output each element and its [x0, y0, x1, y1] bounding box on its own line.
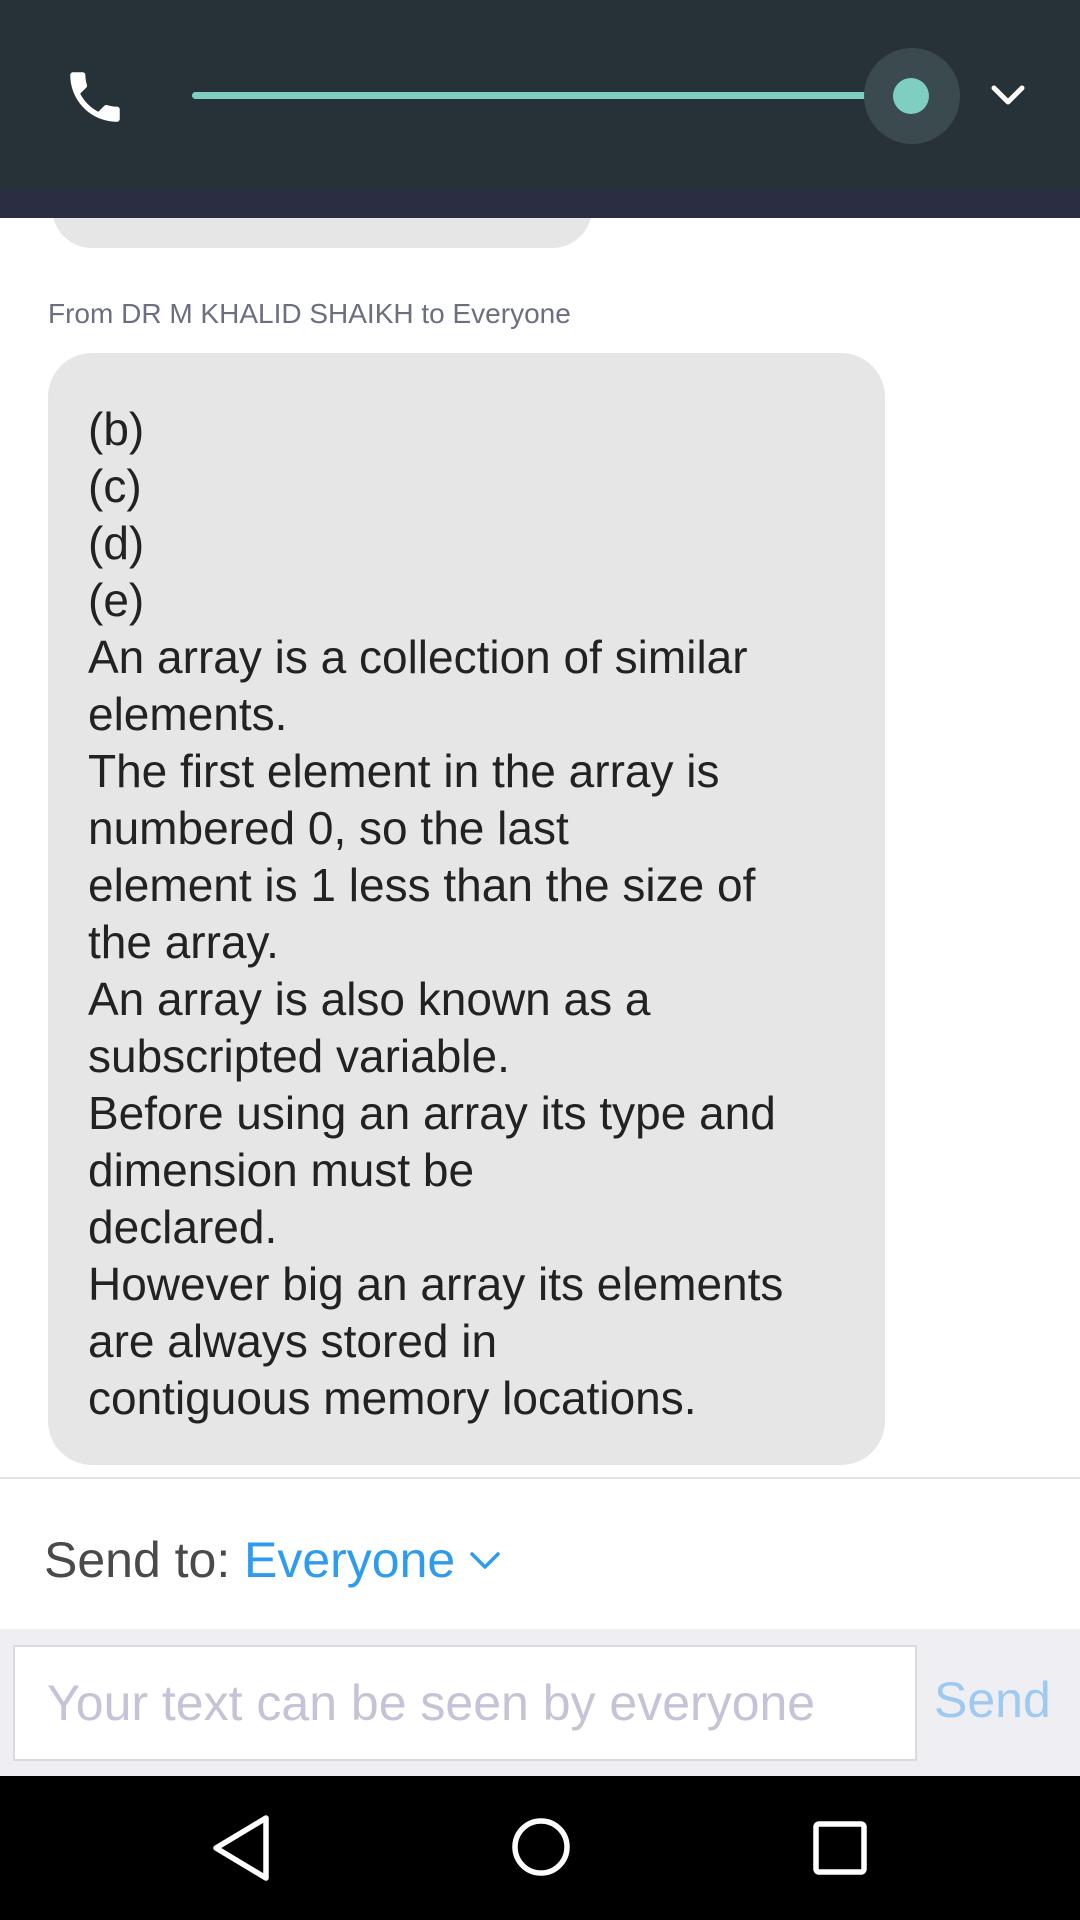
back-icon[interactable] — [210, 1812, 274, 1884]
message-line: An array is a collection of similar — [88, 631, 748, 683]
system-nav-bar — [0, 1776, 1080, 1920]
message-line: numbered 0, so the last — [88, 802, 569, 854]
send-to-row: Send to: Everyone — [0, 1479, 1080, 1629]
send-to-label: Send to: — [44, 1532, 231, 1588]
message-line: Before using an array its type and — [88, 1087, 776, 1139]
message-line: dimension must be — [88, 1144, 475, 1196]
message-line: elements. — [88, 688, 288, 740]
message-line: are always stored in — [88, 1315, 498, 1367]
message-bubble: (b) (c) (d) (e) An array is a collection… — [48, 353, 885, 1465]
message-line: (e) — [88, 574, 145, 626]
message-line: (c) — [88, 460, 142, 512]
previous-message-bubble — [52, 218, 592, 248]
call-bar-shadow — [0, 190, 1080, 218]
message-line: (b) — [88, 403, 145, 455]
message-line: An array is also known as a — [88, 973, 651, 1025]
message-line: The first element in the array is — [88, 745, 720, 797]
message-input[interactable] — [13, 1645, 917, 1761]
chat-screen: From DR M KHALID SHAIKH to Everyone (b) … — [0, 0, 1080, 1920]
recents-icon[interactable] — [812, 1820, 868, 1876]
home-icon[interactable] — [510, 1816, 572, 1878]
send-button[interactable]: Send — [934, 1671, 1051, 1729]
composer: Send — [0, 1629, 1080, 1776]
call-bar — [0, 0, 1080, 190]
chevron-down-icon[interactable] — [468, 1549, 502, 1573]
message-line: subscripted variable. — [88, 1030, 510, 1082]
phone-icon[interactable] — [62, 64, 128, 130]
audio-level-thumb[interactable] — [893, 78, 929, 114]
message-sender: From DR M KHALID SHAIKH to Everyone — [48, 298, 571, 329]
message-line: the array. — [88, 916, 279, 968]
message-line: (d) — [88, 517, 145, 569]
chat-messages[interactable]: From DR M KHALID SHAIKH to Everyone (b) … — [0, 218, 1080, 1478]
message-line: However big an array its elements — [88, 1258, 784, 1310]
audio-level-track[interactable] — [192, 92, 912, 99]
message-line: contiguous memory locations. — [88, 1372, 697, 1424]
message-line: declared. — [88, 1201, 278, 1253]
message-line: element is 1 less than the size of — [88, 859, 756, 911]
send-to-recipient-dropdown[interactable]: Everyone — [244, 1531, 455, 1589]
chevron-down-icon[interactable] — [988, 82, 1028, 110]
